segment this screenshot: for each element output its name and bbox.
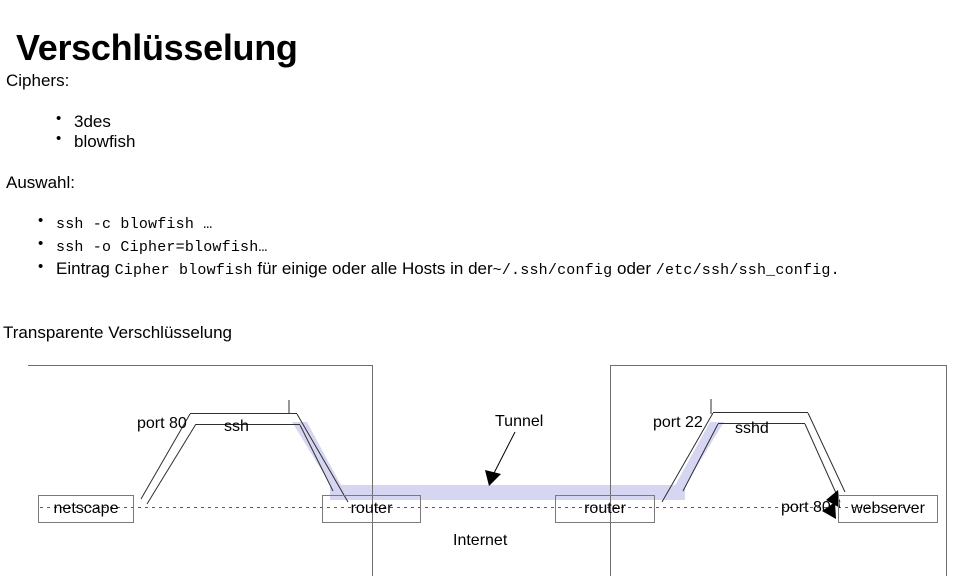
node-label: webserver	[851, 500, 925, 517]
tunnel-callout-arrow	[485, 431, 516, 486]
label-sshd: sshd	[735, 420, 769, 437]
node-label: router	[350, 500, 393, 517]
node-netscape[interactable]: netscape	[38, 495, 134, 523]
auswahl-heading: Auswahl:	[6, 173, 75, 192]
auswahl-text: für einige oder alle Hosts in der	[252, 259, 493, 278]
ciphers-heading: Ciphers:	[6, 71, 70, 90]
auswahl-code: /etc/ssh/ssh_config.	[655, 262, 840, 279]
ssh-tunnel-diagram: netscape router router webserver port 80…	[0, 352, 959, 576]
tunnel-band	[292, 422, 724, 500]
page-title: Verschlüsselung	[16, 27, 298, 69]
auswahl-text: Eintrag	[56, 259, 115, 278]
list-item: Eintrag Cipher blowfish für einige oder …	[30, 257, 930, 281]
auswahl-text: ssh -c blowfish …	[56, 216, 213, 233]
label-port-80-client: port 80	[137, 415, 187, 432]
node-router-right[interactable]: router	[555, 495, 655, 523]
transparent-heading: Transparente Verschlüsselung	[3, 323, 233, 342]
ciphers-list: 3des blowfish	[48, 109, 136, 152]
cipher-label: 3des	[74, 112, 111, 131]
list-item: ssh -o Cipher=blowfish…	[30, 234, 930, 258]
auswahl-text: ssh -o Cipher=blowfish…	[56, 239, 268, 256]
auswahl-code: Cipher blowfish	[114, 262, 253, 279]
list-item: blowfish	[48, 129, 136, 152]
label-port-80-server: port 80	[781, 499, 831, 516]
node-webserver[interactable]: webserver	[838, 495, 938, 523]
label-internet: Internet	[453, 532, 508, 549]
label-port-22: port 22	[653, 414, 703, 431]
auswahl-list: ssh -c blowfish … ssh -o Cipher=blowfish…	[30, 211, 930, 282]
node-label: netscape	[53, 500, 119, 517]
cipher-label: blowfish	[74, 132, 136, 151]
label-ssh: ssh	[224, 418, 249, 435]
list-item: ssh -c blowfish …	[30, 211, 930, 235]
node-label: router	[584, 500, 626, 517]
auswahl-code: ~/.ssh/config	[492, 262, 613, 279]
auswahl-text: oder	[612, 259, 656, 278]
slide-root: Verschlüsselung Ciphers: 3des blowfish A…	[0, 0, 959, 576]
label-tunnel: Tunnel	[495, 413, 544, 430]
node-router-left[interactable]: router	[322, 495, 421, 523]
